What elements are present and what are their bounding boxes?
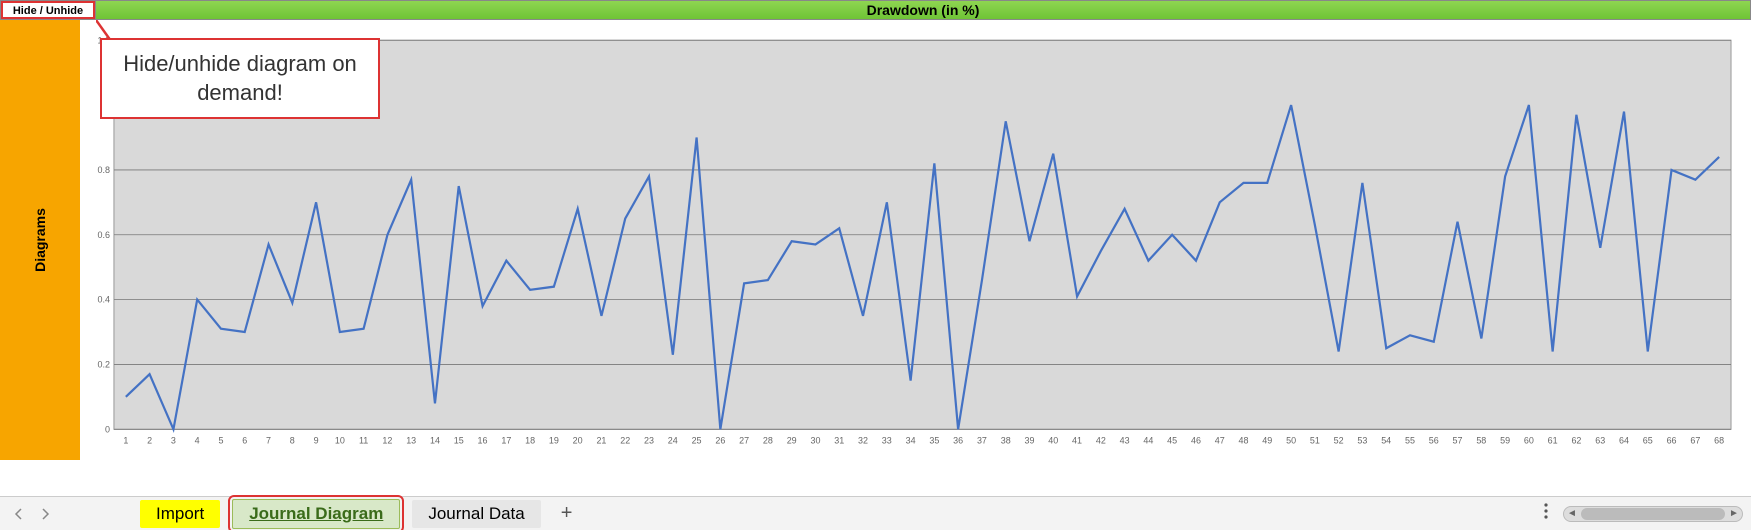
svg-text:65: 65 xyxy=(1643,436,1653,446)
hide-unhide-button[interactable]: Hide / Unhide xyxy=(1,1,95,19)
sidebar: Diagrams xyxy=(0,20,80,460)
svg-text:53: 53 xyxy=(1357,436,1367,446)
svg-text:46: 46 xyxy=(1191,436,1201,446)
svg-text:15: 15 xyxy=(454,436,464,446)
svg-text:48: 48 xyxy=(1239,436,1249,446)
tab-journal-diagram[interactable]: Journal Diagram xyxy=(232,499,400,529)
svg-text:40: 40 xyxy=(1048,436,1058,446)
svg-text:67: 67 xyxy=(1690,436,1700,446)
svg-text:2: 2 xyxy=(147,436,152,446)
svg-text:45: 45 xyxy=(1167,436,1177,446)
sidebar-diagrams-panel[interactable]: Diagrams xyxy=(0,20,80,460)
svg-text:7: 7 xyxy=(266,436,271,446)
svg-text:54: 54 xyxy=(1381,436,1391,446)
svg-text:38: 38 xyxy=(1001,436,1011,446)
svg-text:34: 34 xyxy=(906,436,916,446)
svg-text:27: 27 xyxy=(739,436,749,446)
sheet-options-button[interactable] xyxy=(1537,502,1555,525)
svg-text:39: 39 xyxy=(1025,436,1035,446)
svg-text:23: 23 xyxy=(644,436,654,446)
svg-text:8: 8 xyxy=(290,436,295,446)
svg-text:52: 52 xyxy=(1334,436,1344,446)
svg-text:59: 59 xyxy=(1500,436,1510,446)
chart-title-bar: Drawdown (in %) xyxy=(95,1,1750,19)
tab-nav-next-button[interactable] xyxy=(34,503,56,525)
svg-text:14: 14 xyxy=(430,436,440,446)
callout-annotation: Hide/unhide diagram on demand! xyxy=(100,38,380,119)
svg-text:13: 13 xyxy=(406,436,416,446)
vertical-dots-icon xyxy=(1543,502,1549,520)
tab-import[interactable]: Import xyxy=(140,500,220,528)
sidebar-label: Diagrams xyxy=(32,208,48,272)
svg-text:18: 18 xyxy=(525,436,535,446)
svg-text:0.8: 0.8 xyxy=(97,165,109,175)
svg-text:32: 32 xyxy=(858,436,868,446)
horizontal-scrollbar[interactable]: ◄ ► xyxy=(1563,506,1743,522)
svg-text:12: 12 xyxy=(382,436,392,446)
svg-text:0.6: 0.6 xyxy=(97,230,109,240)
svg-text:0.4: 0.4 xyxy=(97,295,109,305)
svg-text:33: 33 xyxy=(882,436,892,446)
svg-text:0.2: 0.2 xyxy=(97,359,109,369)
svg-text:44: 44 xyxy=(1143,436,1153,446)
svg-text:66: 66 xyxy=(1667,436,1677,446)
svg-text:30: 30 xyxy=(810,436,820,446)
svg-text:63: 63 xyxy=(1595,436,1605,446)
add-sheet-button[interactable]: + xyxy=(553,502,581,525)
scroll-left-button[interactable]: ◄ xyxy=(1564,508,1580,519)
svg-text:3: 3 xyxy=(171,436,176,446)
tab-nav-prev-button[interactable] xyxy=(8,503,30,525)
svg-text:5: 5 xyxy=(218,436,223,446)
svg-text:17: 17 xyxy=(501,436,511,446)
svg-text:56: 56 xyxy=(1429,436,1439,446)
svg-text:35: 35 xyxy=(929,436,939,446)
svg-text:64: 64 xyxy=(1619,436,1629,446)
svg-text:50: 50 xyxy=(1286,436,1296,446)
svg-text:1: 1 xyxy=(123,436,128,446)
chevron-right-icon xyxy=(39,508,51,520)
svg-text:58: 58 xyxy=(1476,436,1486,446)
svg-text:22: 22 xyxy=(620,436,630,446)
svg-text:41: 41 xyxy=(1072,436,1082,446)
scroll-thumb[interactable] xyxy=(1581,508,1725,520)
svg-text:62: 62 xyxy=(1571,436,1581,446)
scroll-right-button[interactable]: ► xyxy=(1726,508,1742,519)
top-bar: Hide / Unhide Drawdown (in %) xyxy=(0,0,1751,20)
svg-text:61: 61 xyxy=(1548,436,1558,446)
svg-text:49: 49 xyxy=(1262,436,1272,446)
svg-text:21: 21 xyxy=(596,436,606,446)
svg-text:16: 16 xyxy=(478,436,488,446)
svg-text:43: 43 xyxy=(1120,436,1130,446)
svg-text:28: 28 xyxy=(763,436,773,446)
chevron-left-icon xyxy=(13,508,25,520)
svg-text:31: 31 xyxy=(834,436,844,446)
svg-text:0: 0 xyxy=(105,424,110,434)
svg-text:37: 37 xyxy=(977,436,987,446)
svg-text:19: 19 xyxy=(549,436,559,446)
svg-text:20: 20 xyxy=(573,436,583,446)
svg-text:47: 47 xyxy=(1215,436,1225,446)
svg-text:42: 42 xyxy=(1096,436,1106,446)
svg-text:9: 9 xyxy=(314,436,319,446)
svg-text:24: 24 xyxy=(668,436,678,446)
svg-text:10: 10 xyxy=(335,436,345,446)
bottom-right-controls: ◄ ► xyxy=(1537,502,1743,525)
svg-text:36: 36 xyxy=(953,436,963,446)
sheet-tabs: Import Journal Diagram Journal Data + xyxy=(140,499,580,529)
svg-text:6: 6 xyxy=(242,436,247,446)
svg-text:57: 57 xyxy=(1453,436,1463,446)
svg-text:55: 55 xyxy=(1405,436,1415,446)
tab-journal-data[interactable]: Journal Data xyxy=(412,500,540,528)
svg-text:68: 68 xyxy=(1714,436,1724,446)
svg-text:51: 51 xyxy=(1310,436,1320,446)
svg-text:29: 29 xyxy=(787,436,797,446)
svg-text:60: 60 xyxy=(1524,436,1534,446)
svg-text:26: 26 xyxy=(715,436,725,446)
sheet-tab-bar: Import Journal Diagram Journal Data + ◄ … xyxy=(0,496,1751,530)
svg-text:25: 25 xyxy=(692,436,702,446)
svg-text:4: 4 xyxy=(195,436,200,446)
svg-text:11: 11 xyxy=(359,436,368,446)
